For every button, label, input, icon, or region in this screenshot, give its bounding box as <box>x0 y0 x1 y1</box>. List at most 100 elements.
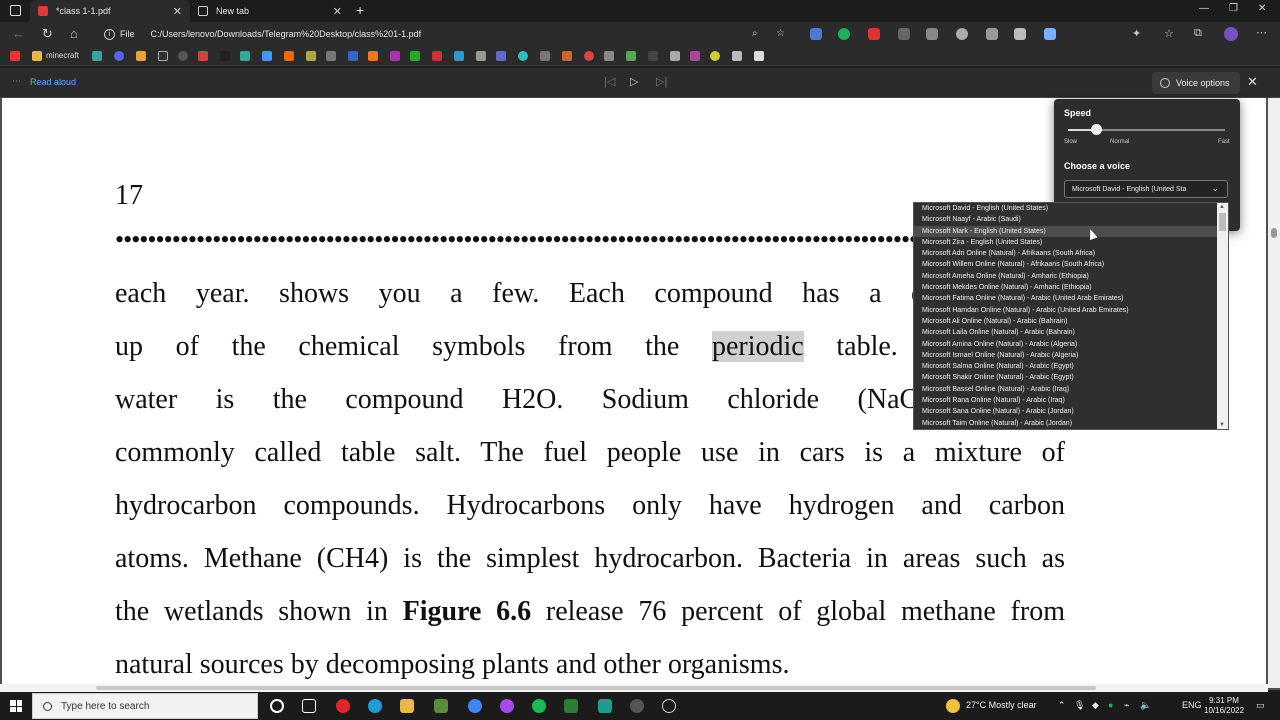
opera-icon[interactable] <box>336 699 350 713</box>
back-icon[interactable]: ← <box>12 26 25 41</box>
close-window-icon[interactable]: ✕ <box>1258 3 1266 14</box>
notifications-icon[interactable]: ▭ <box>1256 700 1265 711</box>
voice-options-button[interactable]: Voice options <box>1152 72 1240 94</box>
edge-icon[interactable] <box>368 699 382 713</box>
file-explorer-icon[interactable] <box>400 699 414 713</box>
settings-gear-icon[interactable] <box>630 699 644 713</box>
bookmark-icon-12[interactable] <box>306 51 316 61</box>
scroll-thumb[interactable] <box>96 686 1096 690</box>
close-read-aloud-icon[interactable]: ✕ <box>1247 74 1258 90</box>
extension-icon-5[interactable] <box>926 28 938 40</box>
tab-actions-icon[interactable] <box>10 5 21 16</box>
bookmark-icon-23[interactable] <box>540 51 550 61</box>
home-icon[interactable]: ⌂ <box>70 26 78 41</box>
voice-option[interactable]: Microsoft Shakir Online (Natural) - Arab… <box>914 372 1218 383</box>
bookmark-icon-29[interactable] <box>670 51 680 61</box>
voice-option[interactable]: Microsoft Adri Online (Natural) - Afrika… <box>914 248 1218 259</box>
collections-icon[interactable]: ⧉ <box>1194 27 1202 40</box>
bookmark-icon-32[interactable] <box>732 51 742 61</box>
task-view-icon[interactable] <box>302 699 316 713</box>
bookmark-icon-3[interactable] <box>114 51 124 61</box>
close-tab-icon[interactable]: ✕ <box>333 5 342 18</box>
bookmark-minecraft[interactable]: minecraft <box>46 51 79 60</box>
microphone-icon[interactable]: 🎙 <box>1074 700 1085 711</box>
voice-option[interactable]: Microsoft Naayf - Arabic (Saudi) <box>914 214 1218 225</box>
dropdown-scrollbar[interactable]: ▲ ▼ <box>1217 203 1228 429</box>
bookmark-icon-11[interactable] <box>284 51 294 61</box>
voice-option[interactable]: Microsoft Mekdes Online (Natural) - Amha… <box>914 282 1218 293</box>
bookmark-icon-24[interactable] <box>562 51 572 61</box>
extension-icon-3[interactable] <box>868 28 880 40</box>
voice-option[interactable]: Microsoft Amina Online (Natural) - Arabi… <box>914 339 1218 350</box>
chevron-up-icon[interactable]: ⌃ <box>1058 700 1066 711</box>
zoom-icon[interactable]: ⌕ <box>752 28 758 39</box>
bookmark-icon-19[interactable] <box>454 51 464 61</box>
taskbar-search-box[interactable]: Type here to search <box>32 693 258 719</box>
scroll-up-icon[interactable]: ▲ <box>1219 204 1225 210</box>
bookmark-icon-10[interactable] <box>262 51 272 61</box>
scroll-thumb[interactable] <box>1219 213 1226 231</box>
app-icon-green[interactable] <box>564 699 578 713</box>
play-icon[interactable]: ▷ <box>630 75 638 88</box>
clock[interactable]: 9:31 PM 10/16/2022 <box>1204 696 1244 716</box>
bookmark-icon-13[interactable] <box>326 51 336 61</box>
messenger-icon[interactable] <box>500 699 514 713</box>
extension-icon-2[interactable] <box>838 28 850 40</box>
voice-option[interactable]: Microsoft Hamdan Online (Natural) - Arab… <box>914 305 1218 316</box>
bookmark-icon-27[interactable] <box>626 51 636 61</box>
voice-option[interactable]: Microsoft Rana Online (Natural) - Arabic… <box>914 395 1218 406</box>
speed-slider-handle[interactable] <box>1091 124 1103 135</box>
bookmark-icon-5[interactable] <box>158 51 168 61</box>
minimize-icon[interactable]: — <box>1199 3 1209 14</box>
extensions-puzzle-icon[interactable]: ✦ <box>1132 27 1141 40</box>
weather-text[interactable]: 27°C Mostly clear <box>966 700 1037 710</box>
voice-option[interactable]: Microsoft Ismael Online (Natural) - Arab… <box>914 350 1218 361</box>
voice-option[interactable]: Microsoft Ali Online (Natural) - Arabic … <box>914 316 1218 327</box>
restore-icon[interactable]: ❐ <box>1229 3 1238 14</box>
app-tray-icon-1[interactable]: ◆ <box>1092 700 1099 711</box>
chrome-icon[interactable] <box>468 699 482 713</box>
bookmark-icon-4[interactable] <box>136 51 146 61</box>
horizontal-scrollbar[interactable] <box>0 684 1268 692</box>
voice-option[interactable]: Microsoft David - English (United States… <box>914 203 1218 214</box>
bookmark-icon-30[interactable] <box>690 51 700 61</box>
voice-option[interactable]: Microsoft Laila Online (Natural) - Arabi… <box>914 327 1218 338</box>
app-icon-teal[interactable] <box>598 699 612 713</box>
bookmark-icon-31[interactable] <box>710 51 720 61</box>
bookmark-icon-17[interactable] <box>410 51 420 61</box>
scroll-thumb[interactable] <box>1271 228 1277 238</box>
app-icon-circle[interactable] <box>662 699 676 713</box>
voice-option[interactable]: Microsoft Zira - English (United States) <box>914 237 1218 248</box>
tab-new-tab[interactable]: New tab ✕ <box>190 0 350 22</box>
refresh-icon[interactable]: ↻ <box>42 26 53 42</box>
bookmark-icon-14[interactable] <box>348 51 358 61</box>
bookmark-icon-6[interactable] <box>178 51 188 61</box>
more-options-icon[interactable]: ⋯ <box>12 76 21 87</box>
spotify-icon[interactable] <box>532 699 546 713</box>
extension-icon-4[interactable] <box>898 28 910 40</box>
voice-option[interactable]: Microsoft Ameha Online (Natural) - Amhar… <box>914 271 1218 282</box>
extension-icon-1[interactable] <box>810 28 822 40</box>
scroll-down-icon[interactable]: ▼ <box>1219 422 1225 428</box>
windows-start-icon[interactable] <box>10 700 22 712</box>
more-menu-icon[interactable]: ⋯ <box>1256 26 1267 39</box>
voice-select[interactable]: Microsoft David - English (United Sta ⌄ <box>1064 180 1228 198</box>
voice-option[interactable]: Microsoft Mark - English (United States) <box>914 225 1218 237</box>
voice-option[interactable]: Microsoft Taim Online (Natural) - Arabic… <box>914 418 1218 429</box>
bookmark-icon-28[interactable] <box>648 51 658 61</box>
bookmark-icon-2[interactable] <box>92 51 102 61</box>
bookmark-icon-22[interactable] <box>518 51 528 61</box>
bookmark-icon-16[interactable] <box>390 51 400 61</box>
tab-pdf[interactable]: *class 1-1.pdf ✕ <box>30 0 190 22</box>
voice-option[interactable]: Microsoft Fatima Online (Natural) - Arab… <box>914 293 1218 304</box>
bookmark-icon-25[interactable] <box>584 51 594 61</box>
previous-paragraph-icon[interactable]: |◁ <box>604 75 615 88</box>
bookmark-icon-8[interactable] <box>220 51 230 61</box>
favorite-star-icon[interactable]: ☆ <box>776 28 785 39</box>
bookmark-icon-9[interactable] <box>240 51 250 61</box>
extension-icon-7[interactable] <box>986 28 998 40</box>
voice-option[interactable]: Microsoft Willem Online (Natural) - Afri… <box>914 259 1218 270</box>
address-input[interactable]: i File C:/Users/lenovo/Downloads/Telegra… <box>104 24 794 44</box>
language-indicator[interactable]: ENG <box>1182 700 1202 710</box>
spotify-tray-icon[interactable]: ● <box>1108 700 1113 710</box>
